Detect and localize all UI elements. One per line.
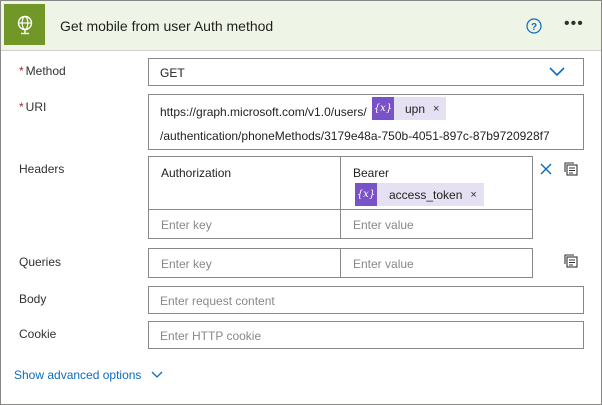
query-value-input[interactable]: Enter value (340, 248, 533, 278)
header-key-value: Authorization (161, 166, 232, 180)
close-icon[interactable] (539, 162, 553, 179)
switch-to-text-mode-icon[interactable] (563, 253, 579, 272)
show-advanced-options-link[interactable]: Show advanced options (14, 368, 163, 382)
remove-token-icon[interactable]: × (470, 189, 476, 201)
method-select[interactable]: GET (148, 58, 584, 86)
cookie-input[interactable]: Enter HTTP cookie (148, 321, 584, 349)
cookie-label: Cookie (19, 327, 57, 341)
more-options-icon[interactable]: ••• (564, 16, 584, 32)
uri-line1: https://graph.microsoft.com/v1.0/users/ (160, 105, 367, 119)
body-input[interactable]: Enter request content (148, 286, 584, 314)
method-label: * Method (19, 64, 66, 78)
uri-label: * URI (19, 100, 47, 114)
header-value-input[interactable]: Bearer {x} access_token × (340, 156, 533, 210)
svg-text:?: ? (531, 22, 537, 33)
header-value-text: Bearer (353, 166, 390, 180)
header-new-value-input[interactable]: Enter value (340, 209, 533, 239)
header-key-input[interactable]: Authorization (148, 156, 341, 210)
http-action-card: Get mobile from user Auth method ? ••• *… (0, 0, 602, 405)
action-title[interactable]: Get mobile from user Auth method (60, 18, 273, 34)
required-mark: * (19, 100, 24, 114)
access-token-token[interactable]: {x} access_token × (355, 183, 484, 206)
chevron-down-icon[interactable] (548, 66, 566, 81)
switch-to-text-mode-icon[interactable] (563, 161, 579, 180)
method-value: GET (160, 66, 185, 80)
expression-icon: {x} (372, 97, 394, 120)
body-label: Body (19, 292, 47, 306)
upn-token[interactable]: {x} upn × (372, 97, 446, 120)
required-mark: * (19, 64, 24, 78)
query-key-input[interactable]: Enter key (148, 248, 341, 278)
remove-token-icon[interactable]: × (433, 103, 439, 115)
header-new-key-input[interactable]: Enter key (148, 209, 341, 239)
queries-label: Queries (19, 255, 62, 269)
uri-input[interactable]: https://graph.microsoft.com/v1.0/users/ … (148, 94, 584, 150)
headers-label: Headers (19, 162, 65, 176)
expression-icon: {x} (355, 183, 377, 206)
uri-line2: /authentication/phoneMethods/3179e48a-75… (160, 129, 550, 143)
chevron-down-icon (151, 371, 163, 379)
globe-icon (4, 4, 45, 45)
help-icon[interactable]: ? (526, 18, 542, 34)
action-header[interactable]: Get mobile from user Auth method ? ••• (1, 1, 601, 51)
